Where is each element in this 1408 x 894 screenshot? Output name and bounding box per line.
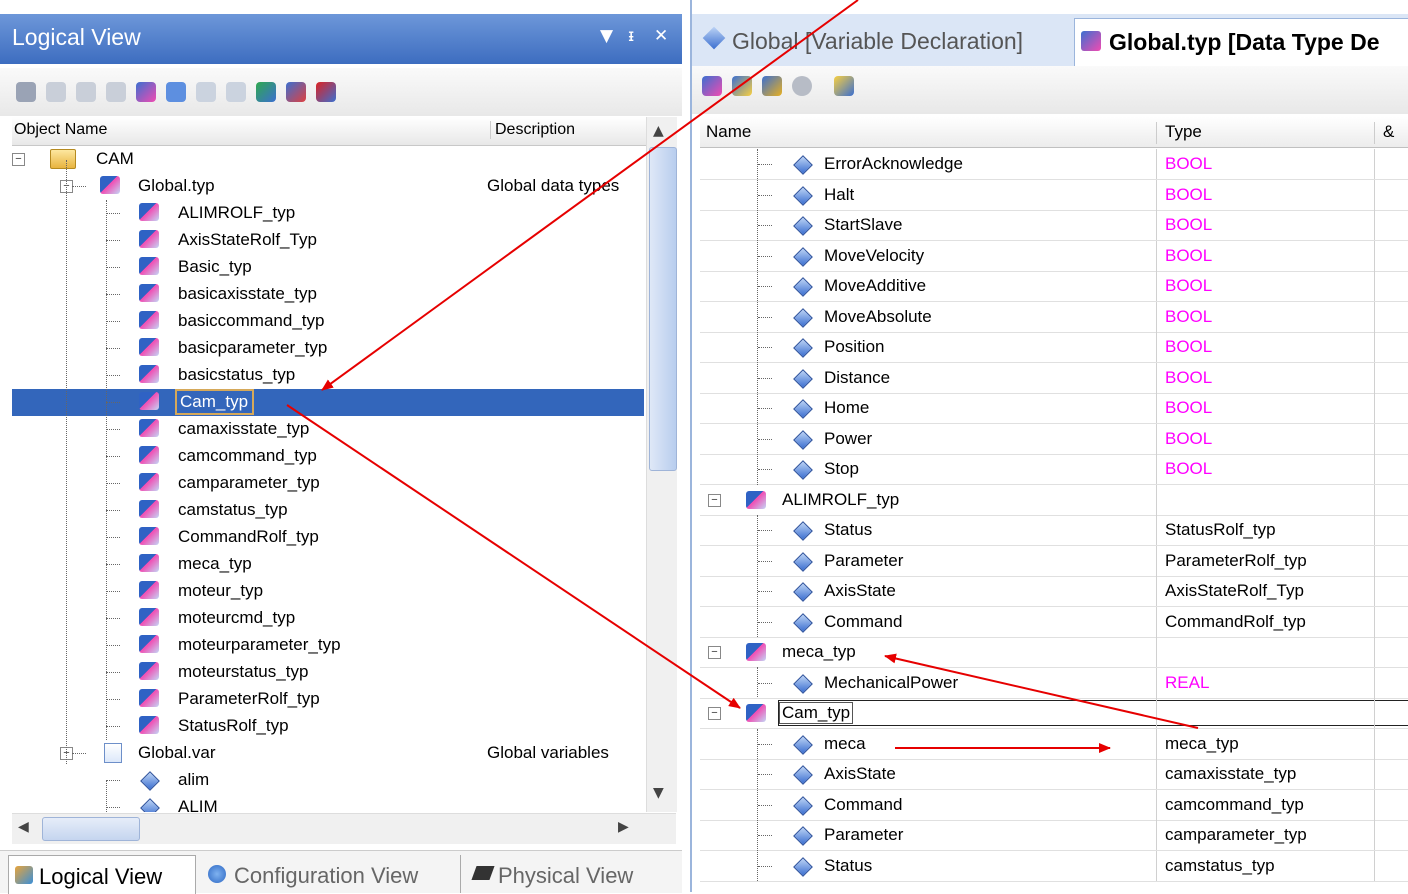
annotation-arrow-type-to-meca: [884, 653, 1199, 729]
annotation-overlay: [286, 0, 1199, 753]
annotation-arrow-tab-to-basicstatus: [321, 0, 859, 391]
annotation-arrow-cam-to-grid: [286, 404, 741, 709]
